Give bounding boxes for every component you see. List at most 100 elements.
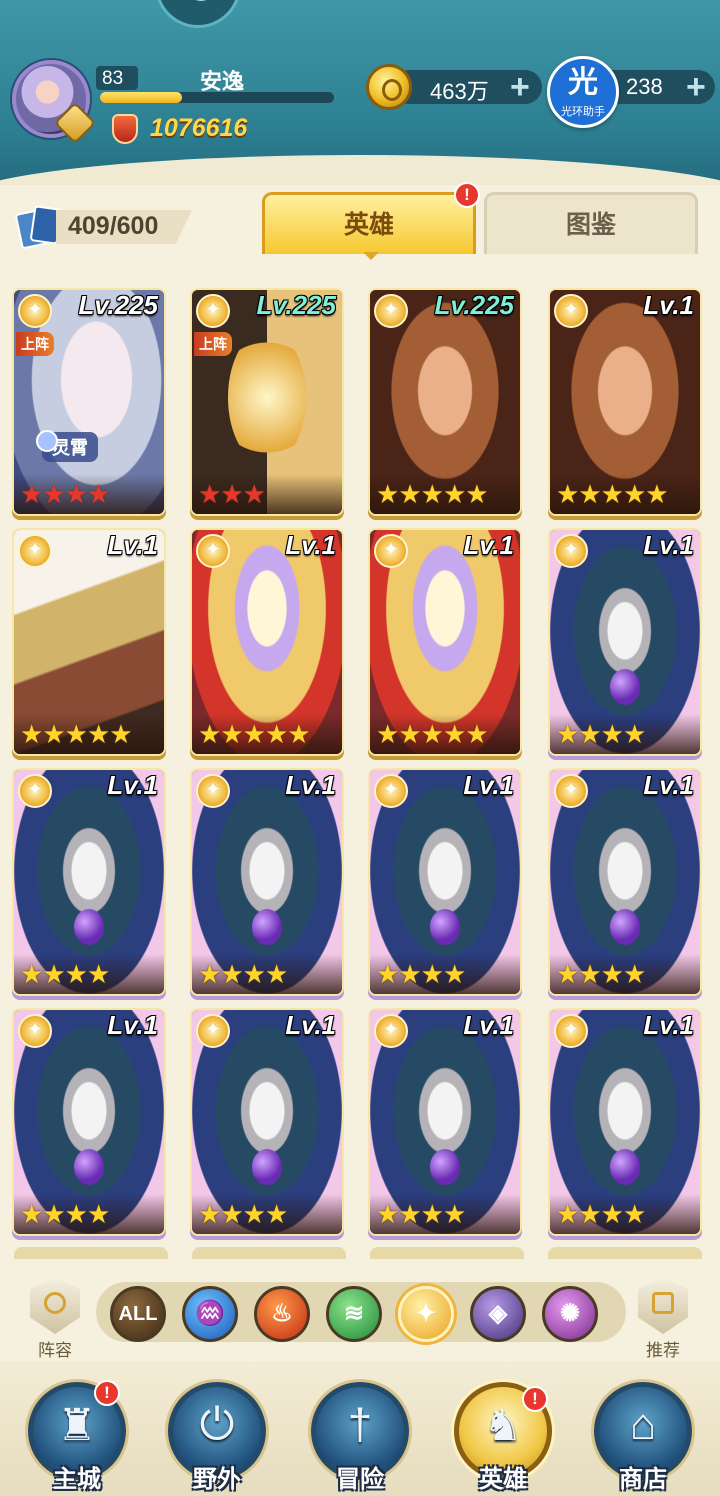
shop-icon: ⌂	[629, 1400, 657, 1449]
star-icon: ★	[198, 719, 221, 749]
top-emblem-icon[interactable]	[155, 0, 241, 28]
star-icon: ★	[622, 959, 646, 989]
hero-card[interactable]: Lv.1 ★★★★	[12, 1008, 166, 1236]
star-rating: ★★★★	[550, 714, 700, 754]
title-emblem-icon	[36, 430, 58, 452]
recommend-button[interactable]: 推荐	[622, 1278, 704, 1361]
filter-arcane-icon[interactable]: ✺	[542, 1286, 598, 1342]
coin-amount: 463万	[430, 79, 489, 104]
star-icon: ★	[42, 479, 65, 509]
star-icon: ★	[578, 1199, 601, 1229]
star-icon: ★	[600, 1199, 624, 1229]
star-icon: ★	[556, 719, 579, 749]
nav-wild[interactable]: ⏻ 野外	[162, 1378, 272, 1496]
star-icon: ★	[264, 1199, 288, 1229]
light-element-icon	[196, 774, 230, 808]
star-rating: ★★★★	[370, 954, 520, 994]
add-gems-button[interactable]: +	[686, 70, 706, 104]
hero-card[interactable]: Lv.1★★★★	[368, 1008, 522, 1236]
star-rating: ★★★★	[14, 954, 164, 994]
star-icon: ★	[242, 959, 266, 989]
filter-all-button[interactable]: ALL	[110, 1286, 166, 1342]
star-icon: ★	[86, 1199, 110, 1229]
light-element-icon	[18, 774, 52, 808]
filter-wind-icon[interactable]: ≋	[326, 1286, 382, 1342]
hero-card[interactable]: Lv.1★★★★	[190, 1008, 344, 1236]
hero-card[interactable]: Lv.225★★★★★	[368, 288, 522, 516]
star-icon: ★	[86, 719, 110, 749]
filter-light-icon[interactable]: ✦	[398, 1286, 454, 1342]
nav-shop[interactable]: ⌂ 商店	[588, 1378, 698, 1496]
nav-main-city-label: 主城	[53, 1466, 101, 1493]
hero-level: Lv.225	[434, 290, 514, 320]
star-icon: ★	[442, 1199, 466, 1229]
hero-count: 409/600	[68, 212, 159, 240]
next-row-card	[192, 1247, 346, 1259]
star-icon: ★	[64, 1199, 88, 1229]
light-element-icon	[374, 294, 408, 328]
hero-card[interactable]: Lv.1★★★★	[190, 768, 344, 996]
nav-main-city-alert-icon: !	[94, 1380, 120, 1406]
tab-codex-label: 图鉴	[565, 211, 616, 239]
light-element-icon	[554, 774, 588, 808]
hero-card[interactable]: Lv.225上阵灵霄★★★★	[12, 288, 166, 516]
star-icon: ★	[64, 479, 88, 509]
light-element-icon	[374, 1014, 408, 1048]
star-icon: ★	[242, 719, 266, 749]
deployed-badge: 上阵	[16, 332, 54, 356]
power-shield-icon	[112, 114, 138, 144]
light-element-icon	[374, 774, 408, 808]
nav-heroes-label: 英雄	[479, 1466, 527, 1493]
lineup-button[interactable]: 阵容	[14, 1278, 96, 1361]
castle-icon: ♜	[57, 1401, 97, 1450]
star-rating: ★★★★	[14, 1194, 164, 1234]
nav-adventure[interactable]: † 冒险	[305, 1378, 415, 1496]
gem-amount: 238	[626, 74, 663, 99]
star-icon: ★	[442, 479, 466, 509]
star-icon: ★	[578, 959, 601, 989]
hero-cards-icon	[14, 205, 63, 250]
light-element-icon	[554, 294, 588, 328]
star-icon: ★	[198, 1199, 221, 1229]
star-rating: ★★★★★	[192, 714, 342, 754]
star-rating: ★★★★★	[370, 714, 520, 754]
hero-card[interactable]: Lv.1★★★★★	[548, 288, 702, 516]
tab-heroes-label: 英雄	[343, 211, 394, 239]
star-icon: ★	[398, 719, 421, 749]
star-icon: ★	[220, 479, 243, 509]
nav-adventure-label: 冒险	[336, 1466, 384, 1493]
filter-fire-icon[interactable]: ♨	[254, 1286, 310, 1342]
star-icon: ★	[556, 959, 579, 989]
hero-level: Lv.1	[107, 1010, 158, 1040]
tab-pointer-icon	[363, 252, 379, 260]
hero-card[interactable]: Lv.1★★★★	[548, 528, 702, 756]
star-icon: ★	[64, 959, 88, 989]
next-row-card	[14, 1247, 168, 1259]
hero-card[interactable]: Lv.1★★★★	[12, 768, 166, 996]
hero-card[interactable]: Lv.1★★★★	[548, 768, 702, 996]
halo-helper-icon: 光	[568, 66, 598, 99]
hero-card[interactable]: Lv.1★★★★	[368, 768, 522, 996]
hero-level: Lv.1	[643, 290, 694, 320]
hero-card[interactable]: Lv.225上阵★★★	[190, 288, 344, 516]
combat-power: 1076616	[150, 114, 248, 142]
star-icon: ★	[600, 959, 624, 989]
star-icon: ★	[220, 719, 243, 749]
filter-water-icon[interactable]: ♒	[182, 1286, 238, 1342]
star-icon: ★	[556, 479, 579, 509]
hero-card[interactable]: Lv.1★★★★★	[190, 528, 344, 756]
hero-card[interactable]: Lv.1★★★★★	[12, 528, 166, 756]
star-rating: ★★★	[192, 474, 342, 514]
hero-card[interactable]: Lv.1★★★★	[548, 1008, 702, 1236]
star-icon: ★	[376, 479, 399, 509]
star-icon: ★	[645, 479, 668, 509]
filter-dark-icon[interactable]: ◈	[470, 1286, 526, 1342]
tab-heroes[interactable]: 英雄	[262, 192, 476, 254]
hero-card[interactable]: Lv.1★★★★★	[368, 528, 522, 756]
star-icon: ★	[86, 479, 110, 509]
star-rating: ★★★★	[370, 1194, 520, 1234]
nav-wild-label: 野外	[193, 1466, 241, 1493]
add-coins-button[interactable]: +	[510, 70, 530, 104]
halo-helper-button[interactable]: 光 光环助手	[547, 56, 619, 128]
tab-codex[interactable]: 图鉴	[484, 192, 698, 254]
